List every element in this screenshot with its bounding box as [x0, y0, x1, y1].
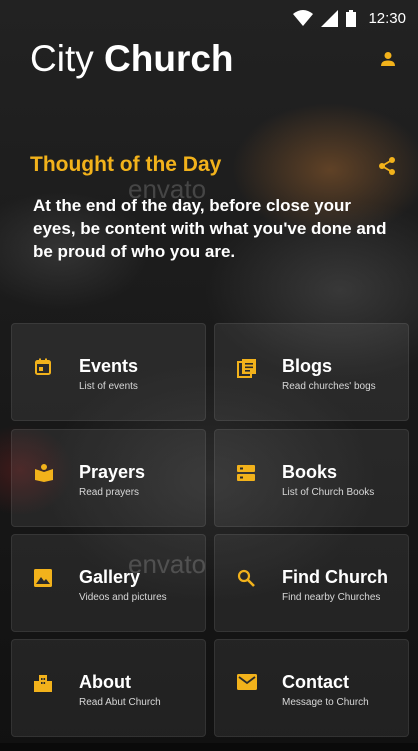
calendar-icon [34, 358, 52, 381]
person-icon [381, 52, 395, 66]
book-icon [34, 464, 54, 487]
tile-label: Events [79, 356, 139, 376]
tile-subtitle: Message to Church [282, 697, 369, 708]
storage-icon [237, 464, 255, 487]
search-icon [237, 569, 255, 592]
tile-subtitle: Read Abut Church [79, 697, 161, 708]
tile-label: Prayers [79, 462, 146, 482]
tile-label: Blogs [282, 356, 333, 376]
app-title: City Church [30, 38, 234, 80]
app-title-bold: Church [104, 38, 234, 79]
image-icon [34, 569, 52, 592]
article-icon [237, 358, 257, 383]
mail-icon [237, 674, 257, 695]
tile-events[interactable]: Events List of events [11, 323, 206, 421]
tile-subtitle: List of events [79, 381, 138, 392]
nav-bar [0, 743, 418, 751]
app-title-light: City [30, 38, 94, 79]
tile-label: Gallery [79, 567, 141, 587]
tile-subtitle: List of Church Books [282, 487, 375, 498]
tile-label: About [79, 672, 131, 692]
battery-icon [346, 9, 357, 27]
wifi-icon [293, 10, 314, 26]
tile-blogs[interactable]: Blogs Read churches' bogs [214, 323, 409, 421]
thought-title: Thought of the Day [30, 153, 222, 176]
status-bar: 12:30 [0, 0, 418, 36]
profile-button[interactable] [380, 51, 396, 72]
tile-label: Find Church [282, 567, 388, 587]
clock: 12:30 [368, 9, 406, 27]
tile-subtitle: Read prayers [79, 487, 140, 498]
signal-icon [321, 9, 339, 27]
tile-find-church[interactable]: Find Church Find nearby Churches [214, 534, 409, 632]
tile-label: Contact [282, 672, 349, 692]
tile-about[interactable]: About Read Abut Church [11, 639, 206, 737]
tile-gallery[interactable]: Gallery Videos and pictures [11, 534, 206, 632]
tile-subtitle: Read churches' bogs [282, 381, 376, 392]
tile-contact[interactable]: Contact Message to Church [214, 639, 409, 737]
share-button[interactable] [378, 156, 396, 181]
share-icon [379, 157, 395, 175]
tile-prayers[interactable]: Prayers Read prayers [11, 429, 206, 527]
tile-books[interactable]: Books List of Church Books [214, 429, 409, 527]
tile-subtitle: Videos and pictures [79, 592, 167, 603]
thought-text: At the end of the day, before close your… [33, 196, 387, 261]
tile-subtitle: Find nearby Churches [282, 592, 381, 603]
building-icon [34, 674, 52, 697]
tile-label: Books [282, 462, 338, 482]
